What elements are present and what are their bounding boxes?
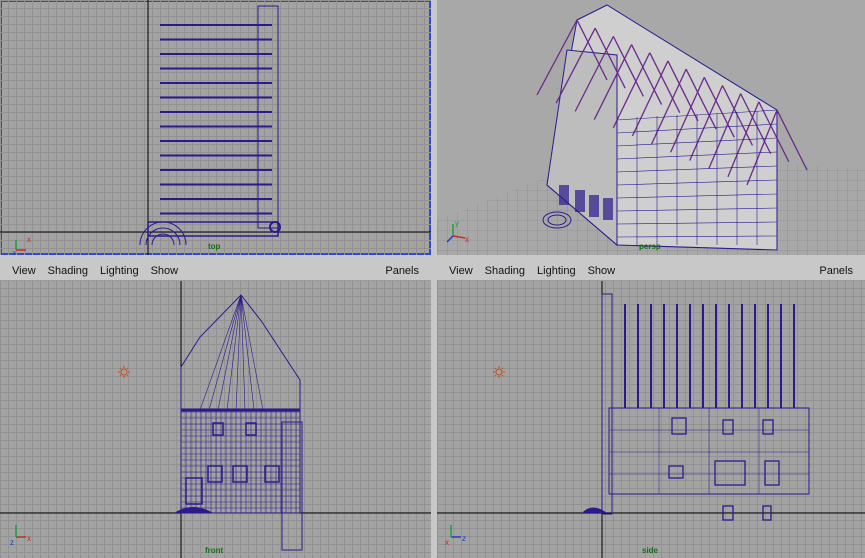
svg-text:x: x (27, 235, 31, 244)
svg-text:z: z (10, 538, 14, 547)
axis-gizmo-icon: x z (12, 235, 31, 255)
menu-view[interactable]: View (12, 265, 36, 277)
light-side-icon (493, 366, 505, 378)
viewport-front[interactable]: View Shading Lighting Show Panels x z fr… (0, 262, 431, 558)
svg-text:x: x (465, 235, 469, 244)
menu-view-side[interactable]: View (449, 265, 473, 277)
viewport-label-front: front (205, 546, 224, 555)
top-view-wireframe (0, 0, 431, 255)
viewport-label-top: top (208, 242, 221, 251)
axis-gizmo-side-icon: z x (445, 525, 466, 547)
persp-view-wireframe (437, 4, 865, 255)
light-icon (118, 366, 130, 378)
front-panel-menubar: View Shading Lighting Show Panels (0, 262, 431, 281)
menu-show-side[interactable]: Show (588, 265, 616, 277)
axis-gizmo-front-icon: x z (10, 525, 31, 547)
svg-text:x: x (445, 538, 449, 547)
viewport-persp[interactable]: x y persp (437, 0, 865, 255)
svg-text:z: z (462, 534, 466, 543)
menu-shading[interactable]: Shading (48, 265, 88, 277)
menu-lighting[interactable]: Lighting (100, 265, 139, 277)
menu-panels[interactable]: Panels (385, 265, 419, 277)
svg-text:y: y (455, 219, 459, 228)
menu-show[interactable]: Show (151, 265, 179, 277)
menu-shading-side[interactable]: Shading (485, 265, 525, 277)
svg-text:z: z (12, 249, 16, 255)
side-panel-menubar: View Shading Lighting Show Panels (437, 262, 865, 281)
menu-panels-side[interactable]: Panels (819, 265, 853, 277)
menu-lighting-side[interactable]: Lighting (537, 265, 576, 277)
viewport-side[interactable]: View Shading Lighting Show Panels z x si… (437, 262, 865, 558)
viewport-top[interactable]: x z top (0, 0, 431, 255)
viewport-label-persp: persp (639, 242, 661, 251)
axis-gizmo-persp-icon: x y (446, 219, 469, 244)
svg-text:x: x (27, 534, 31, 543)
viewport-label-side: side (642, 546, 659, 555)
viewport-divider-horizontal[interactable] (0, 255, 865, 262)
side-view-wireframe (437, 280, 865, 558)
front-view-wireframe (0, 280, 431, 558)
